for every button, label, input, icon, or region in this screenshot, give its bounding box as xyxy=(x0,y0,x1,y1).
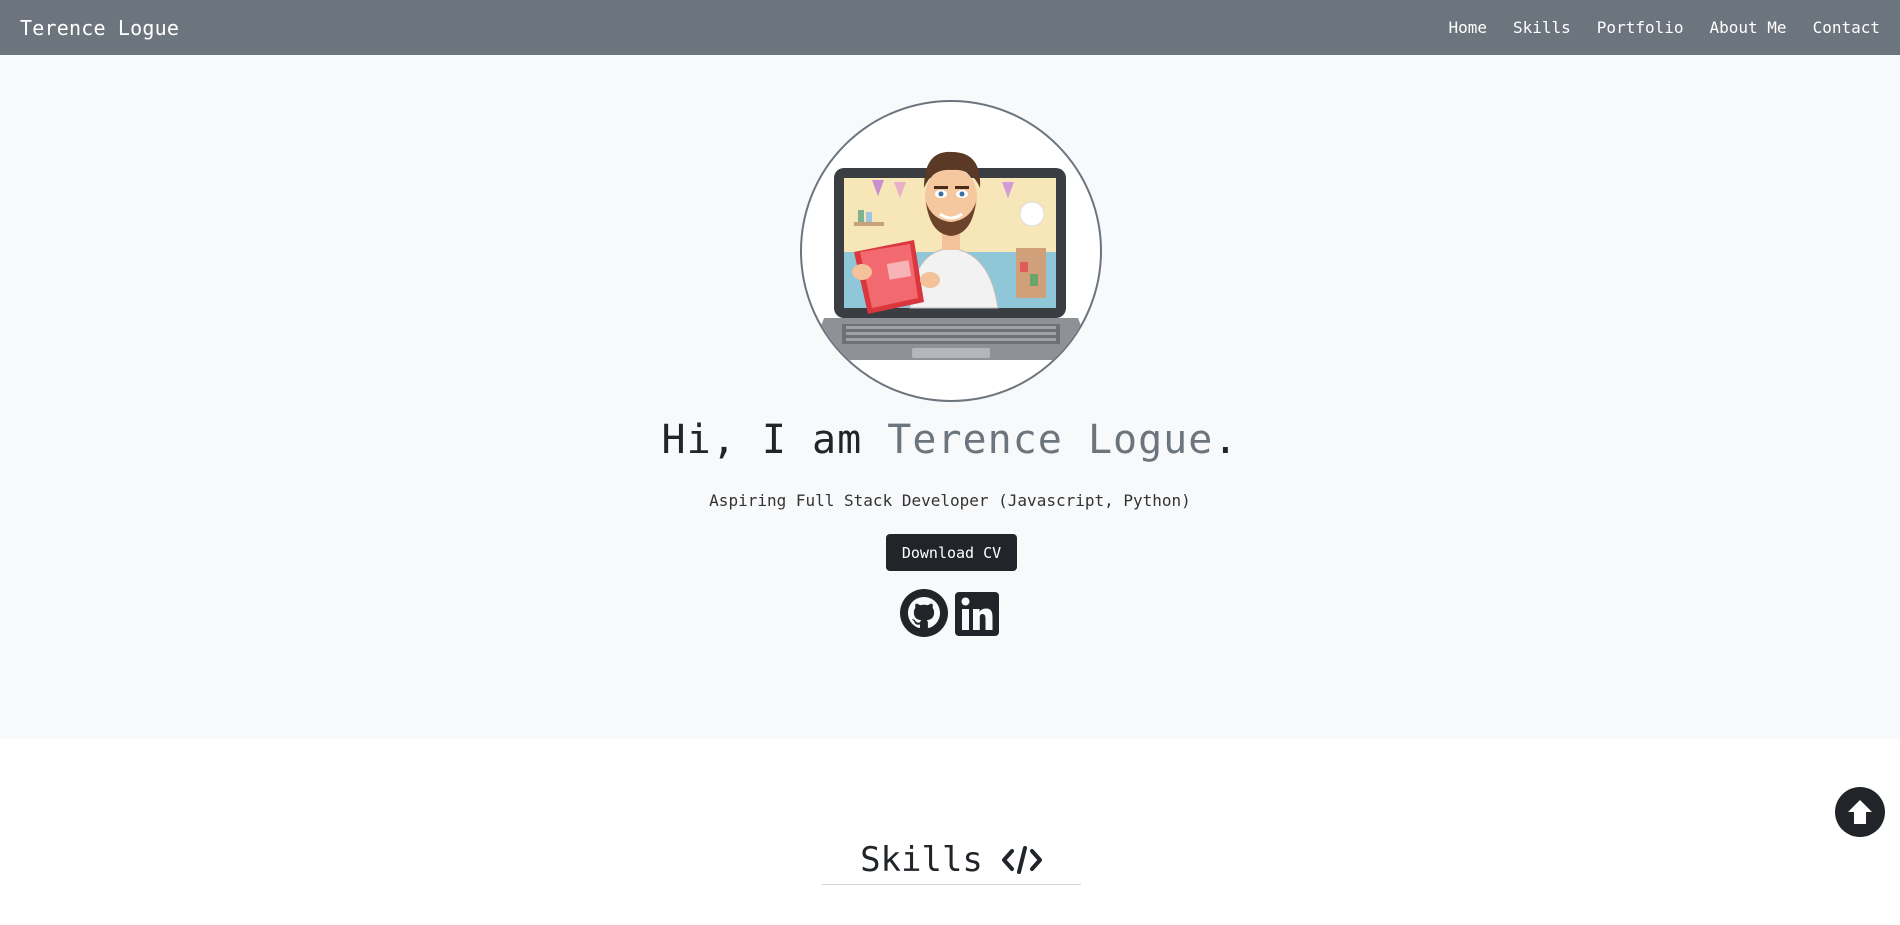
github-link[interactable] xyxy=(900,589,948,641)
linkedin-icon xyxy=(955,592,999,636)
social-links xyxy=(900,589,1000,641)
skills-heading: Skills xyxy=(822,838,1081,885)
nav-link-contact[interactable]: Contact xyxy=(1813,18,1880,37)
navbar: Terence Logue Home Skills Portfolio Abou… xyxy=(0,0,1900,55)
arrow-up-icon xyxy=(1848,800,1872,824)
brand-link[interactable]: Terence Logue xyxy=(20,16,179,40)
download-cv-button[interactable]: Download CV xyxy=(886,534,1017,571)
hero-headline: Hi, I am Terence Logue. xyxy=(0,417,1900,463)
nav-link-about-me[interactable]: About Me xyxy=(1710,18,1787,37)
linkedin-link[interactable] xyxy=(954,589,1000,641)
skills-title: Skills xyxy=(860,840,983,880)
hero-greeting: Hi, I am xyxy=(661,417,888,463)
hero-section: Hi, I am Terence Logue. Aspiring Full St… xyxy=(0,55,1900,739)
scroll-to-top-button[interactable] xyxy=(1835,787,1885,837)
hero-subtitle: Aspiring Full Stack Developer (Javascrip… xyxy=(709,491,1191,510)
nav-links: Home Skills Portfolio About Me Contact xyxy=(1448,18,1880,37)
nav-link-skills[interactable]: Skills xyxy=(1513,18,1571,37)
hero-name: Terence Logue xyxy=(887,417,1214,463)
hero-punctuation: . xyxy=(1213,417,1239,463)
nav-link-portfolio[interactable]: Portfolio xyxy=(1597,18,1684,37)
code-icon xyxy=(1001,846,1042,874)
github-icon xyxy=(900,589,948,637)
nav-link-home[interactable]: Home xyxy=(1448,18,1487,37)
avatar xyxy=(800,100,1102,402)
avatar-illustration xyxy=(808,151,1094,360)
